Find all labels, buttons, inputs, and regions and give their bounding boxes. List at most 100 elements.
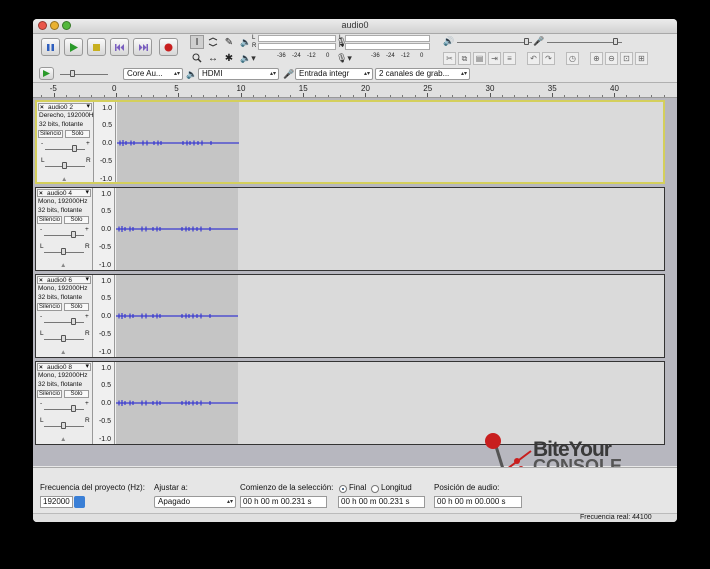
gain-slider[interactable] [45,149,85,150]
output-device-select[interactable]: HDMI ▴▾ [198,68,279,80]
zoom-out-icon[interactable]: ⊖ [605,52,618,65]
snap-to-select[interactable]: Apagado ▴▾ [154,496,236,508]
skip-end-icon [138,43,148,51]
mute-button[interactable]: Silencio [37,216,62,224]
track-name-menu[interactable]: × audio0 2 ▾ [38,103,92,111]
ruler-minor-tick [327,95,329,97]
undo-icon[interactable]: ↶ [527,52,540,65]
pan-slider-thumb[interactable] [62,162,67,169]
gain-slider-thumb[interactable] [71,231,76,238]
mute-button[interactable]: Silencio [37,390,62,398]
zoom-tool-icon[interactable] [190,51,204,65]
close-track-icon[interactable]: × [39,277,43,285]
record-meter-l[interactable] [345,35,430,42]
skip-to-start-button[interactable] [110,38,129,56]
collapse-track-icon[interactable]: ▲ [60,262,66,269]
pan-slider-thumb[interactable] [61,335,66,342]
gain-slider-thumb[interactable] [71,405,76,412]
length-radio[interactable] [371,485,379,493]
mute-button[interactable]: Silencio [38,130,63,138]
ruler-minor-tick [153,95,155,97]
playback-meter-l[interactable] [258,35,336,42]
track-name: audio0 4 [47,190,72,197]
redo-icon[interactable]: ↷ [542,52,555,65]
fit-selection-icon[interactable]: ⊡ [620,52,633,65]
record-volume-thumb[interactable] [613,38,618,45]
record-volume-slider[interactable] [547,42,622,43]
microphone-dropdown-icon[interactable]: 🎙▾ [336,53,352,64]
track-name-menu[interactable]: × audio0 6 ▾ [37,276,91,284]
fit-project-icon[interactable]: ⊞ [635,52,648,65]
record-button[interactable] [159,38,178,56]
audio-position-field[interactable]: 00 h 00 m 00.000 s [434,496,522,508]
record-meter-r[interactable] [345,43,430,50]
play-at-speed-button[interactable] [39,67,54,80]
play-button[interactable] [64,38,83,56]
play-speed-thumb[interactable] [70,70,75,77]
solo-button[interactable]: Solo [65,130,90,138]
play-speed-slider[interactable] [60,74,108,75]
audio-track[interactable]: × audio0 4 ▾ Mono, 192000Hz 32 bits, flotant… [35,187,665,271]
silence-icon[interactable]: ≡ [503,52,516,65]
audio-track[interactable]: × audio0 6 ▾ Mono, 192000Hz 32 bits, flotant… [35,274,665,358]
pause-button[interactable] [41,38,60,56]
solo-button[interactable]: Solo [64,390,89,398]
close-track-icon[interactable]: × [39,364,43,372]
envelope-tool-icon[interactable] [206,35,220,49]
solo-button[interactable]: Solo [64,303,89,311]
selection-tool-icon[interactable]: I [190,35,204,49]
audio-track[interactable]: × audio0 2 ▾ Derecho, 192000Hz 32 bits, flot… [35,100,665,184]
gain-slider[interactable] [44,409,84,410]
collapse-track-icon[interactable]: ▲ [61,176,67,183]
pan-slider-thumb[interactable] [61,248,66,255]
track-bits-line: 32 bits, flotante [38,381,83,388]
playback-volume-thumb[interactable] [524,38,529,45]
close-track-icon[interactable]: × [40,104,44,112]
empty-track-area[interactable] [239,102,663,182]
collapse-track-icon[interactable]: ▲ [60,436,66,443]
gain-slider-thumb[interactable] [71,318,76,325]
stop-button[interactable] [87,38,106,56]
gain-plus-label: + [85,313,89,320]
input-channels-select[interactable]: 2 canales de grab... ▴▾ [375,68,470,80]
track-name-menu[interactable]: × audio0 4 ▾ [37,189,91,197]
playback-volume-slider[interactable] [457,42,532,43]
pan-slider-thumb[interactable] [61,422,66,429]
audio-host-select[interactable]: Core Au... ▴▾ [123,68,183,80]
ruler-minor-tick [103,95,105,97]
solo-button[interactable]: Solo [64,216,89,224]
paste-icon[interactable]: ▤ [473,52,486,65]
input-device-select[interactable]: Entrada integr ▴▾ [295,68,373,80]
selection-end-field[interactable]: 00 h 00 m 00.231 s [338,496,425,508]
empty-track-area[interactable] [238,188,664,270]
ruler-tick-label: 40 [610,84,619,93]
ruler-minor-tick [589,95,591,97]
zoom-in-icon[interactable]: ⊕ [590,52,603,65]
project-rate-stepper[interactable] [74,496,85,508]
skip-to-end-button[interactable] [133,38,152,56]
gain-slider[interactable] [44,322,84,323]
meter-scale-label: -12 [401,53,410,59]
sync-lock-icon[interactable]: ◷ [566,52,579,65]
ruler-major-tick [427,93,429,97]
cut-icon[interactable]: ✂ [443,52,456,65]
project-rate-field[interactable]: 192000 [40,496,73,508]
speaker-dropdown-icon[interactable]: 🔈▾ [240,53,256,64]
playback-meter-r[interactable] [258,43,336,50]
selection-start-field[interactable]: 00 h 00 m 00.231 s [240,496,327,508]
track-name-menu[interactable]: × audio0 8 ▾ [37,363,91,371]
mute-button[interactable]: Silencio [37,303,62,311]
collapse-track-icon[interactable]: ▲ [60,349,66,356]
amplitude-scale: 1.0 0.5 0.0 -0.5 -1.0 [93,362,115,444]
timeshift-tool-icon[interactable]: ↔ [206,51,220,65]
end-radio[interactable] [339,485,347,493]
multi-tool-icon[interactable]: ✱ [222,51,236,65]
empty-track-area[interactable] [238,275,664,357]
gain-slider[interactable] [44,235,84,236]
copy-icon[interactable]: ⧉ [458,52,471,65]
gain-slider-thumb[interactable] [72,145,77,152]
timeline-ruler[interactable]: -5 0 5 10 15 20 25 30 35 40 [33,83,677,98]
close-track-icon[interactable]: × [39,190,43,198]
draw-tool-icon[interactable]: ✎ [222,35,236,49]
trim-icon[interactable]: ⇥ [488,52,501,65]
